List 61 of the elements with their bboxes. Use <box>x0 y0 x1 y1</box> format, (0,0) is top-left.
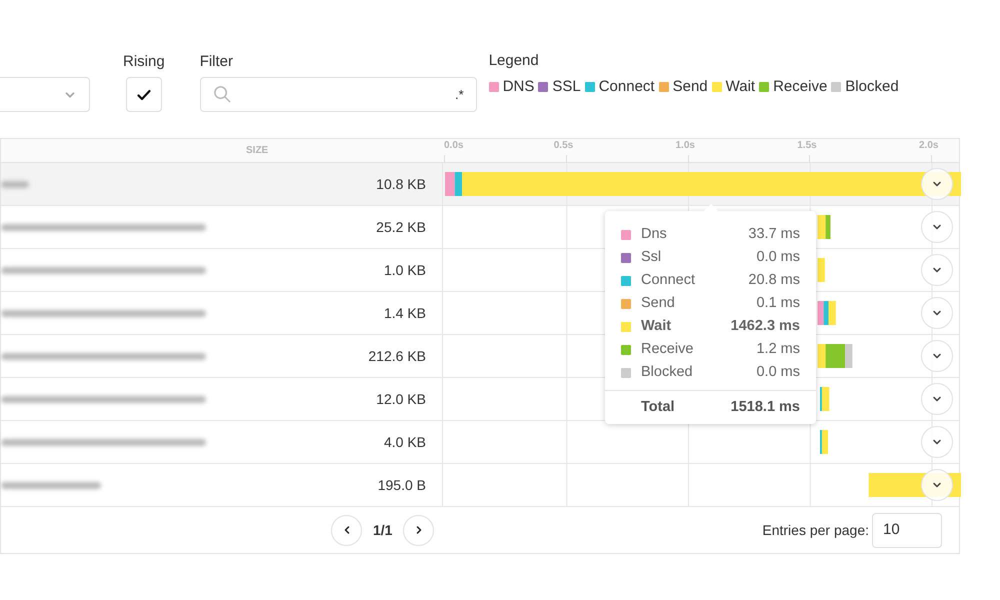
timing-label: Connect <box>641 270 696 290</box>
legend-label: SSL <box>552 76 581 97</box>
legend-label: Blocked <box>845 76 899 97</box>
expand-button[interactable] <box>921 469 953 501</box>
previous-page-button[interactable] <box>331 514 362 546</box>
size-cell-text: 25.2 KB <box>376 218 426 236</box>
dropdown[interactable] <box>0 77 90 112</box>
expand-button[interactable] <box>921 254 953 286</box>
expand-button[interactable] <box>921 297 953 329</box>
entries-label: Entries per page: <box>762 520 869 540</box>
total-value: 1518.1 ms <box>730 398 800 417</box>
rising-checkbox[interactable] <box>126 77 162 112</box>
tick-label: 2.0s <box>919 140 938 152</box>
blurred-text <box>1 180 29 188</box>
tick-label: 1.5s <box>797 140 817 152</box>
size-cell-text: 12.0 KB <box>376 390 426 408</box>
timing-label: Receive <box>641 340 694 359</box>
expand-button[interactable] <box>921 211 953 243</box>
timing-value: 1462.3 ms <box>730 316 800 336</box>
tick-label: 0.0s <box>444 140 464 152</box>
page-indicator: 1/1 <box>373 520 392 540</box>
regex-toggle[interactable]: .* <box>455 84 464 104</box>
size-cell-text: 212.6 KB <box>368 346 426 366</box>
timing-value: 33.7 ms <box>748 224 800 244</box>
legend-label: Legend <box>488 52 540 70</box>
next-page-button[interactable] <box>403 514 434 546</box>
timing-bar <box>818 258 825 282</box>
filter-field[interactable]: .* <box>200 77 477 112</box>
table-row[interactable]: 4.0 KB <box>1 421 959 464</box>
size-cell-text: 1.0 KB <box>384 260 426 280</box>
size-cell-text: 195.0 B <box>378 476 426 494</box>
legend-label: DNS <box>502 76 534 97</box>
timing-label: Wait <box>641 316 672 336</box>
legend-label: Send <box>672 76 708 97</box>
timing-value: 1.2 ms <box>756 340 800 359</box>
legend-label: Receive <box>773 76 828 97</box>
tick-label: 0.5s <box>554 140 574 152</box>
table-row[interactable]: 10.8 KB <box>1 163 959 206</box>
timing-value: 20.8 ms <box>748 270 800 290</box>
expand-button[interactable] <box>921 383 953 415</box>
size-cell-text: 10.8 KB <box>376 174 426 194</box>
rising-label: Rising <box>123 53 165 71</box>
timing-label: Dns <box>641 224 667 244</box>
expand-button[interactable] <box>921 340 953 372</box>
filter-label: Filter <box>200 53 234 71</box>
size-cell-text: 1.4 KB <box>384 304 426 322</box>
timing-value: 0.1 ms <box>756 294 800 313</box>
table-row[interactable]: 195.0 B <box>1 464 959 507</box>
timing-label: Send <box>641 294 675 313</box>
entries-field[interactable]: 10 <box>872 512 942 548</box>
timing-label: Ssl <box>641 248 662 267</box>
search-icon <box>212 85 232 104</box>
tick-label: 1.0s <box>676 140 695 152</box>
timing-bar <box>445 172 455 196</box>
expand-button[interactable] <box>921 168 953 200</box>
timing-value: 0.0 ms <box>756 248 800 267</box>
legend-label: Connect <box>598 76 655 97</box>
legend-label: Wait <box>726 76 756 97</box>
total-label: Total <box>641 398 675 417</box>
size-cell-text: 4.0 KB <box>384 432 426 452</box>
expand-button[interactable] <box>921 426 953 458</box>
